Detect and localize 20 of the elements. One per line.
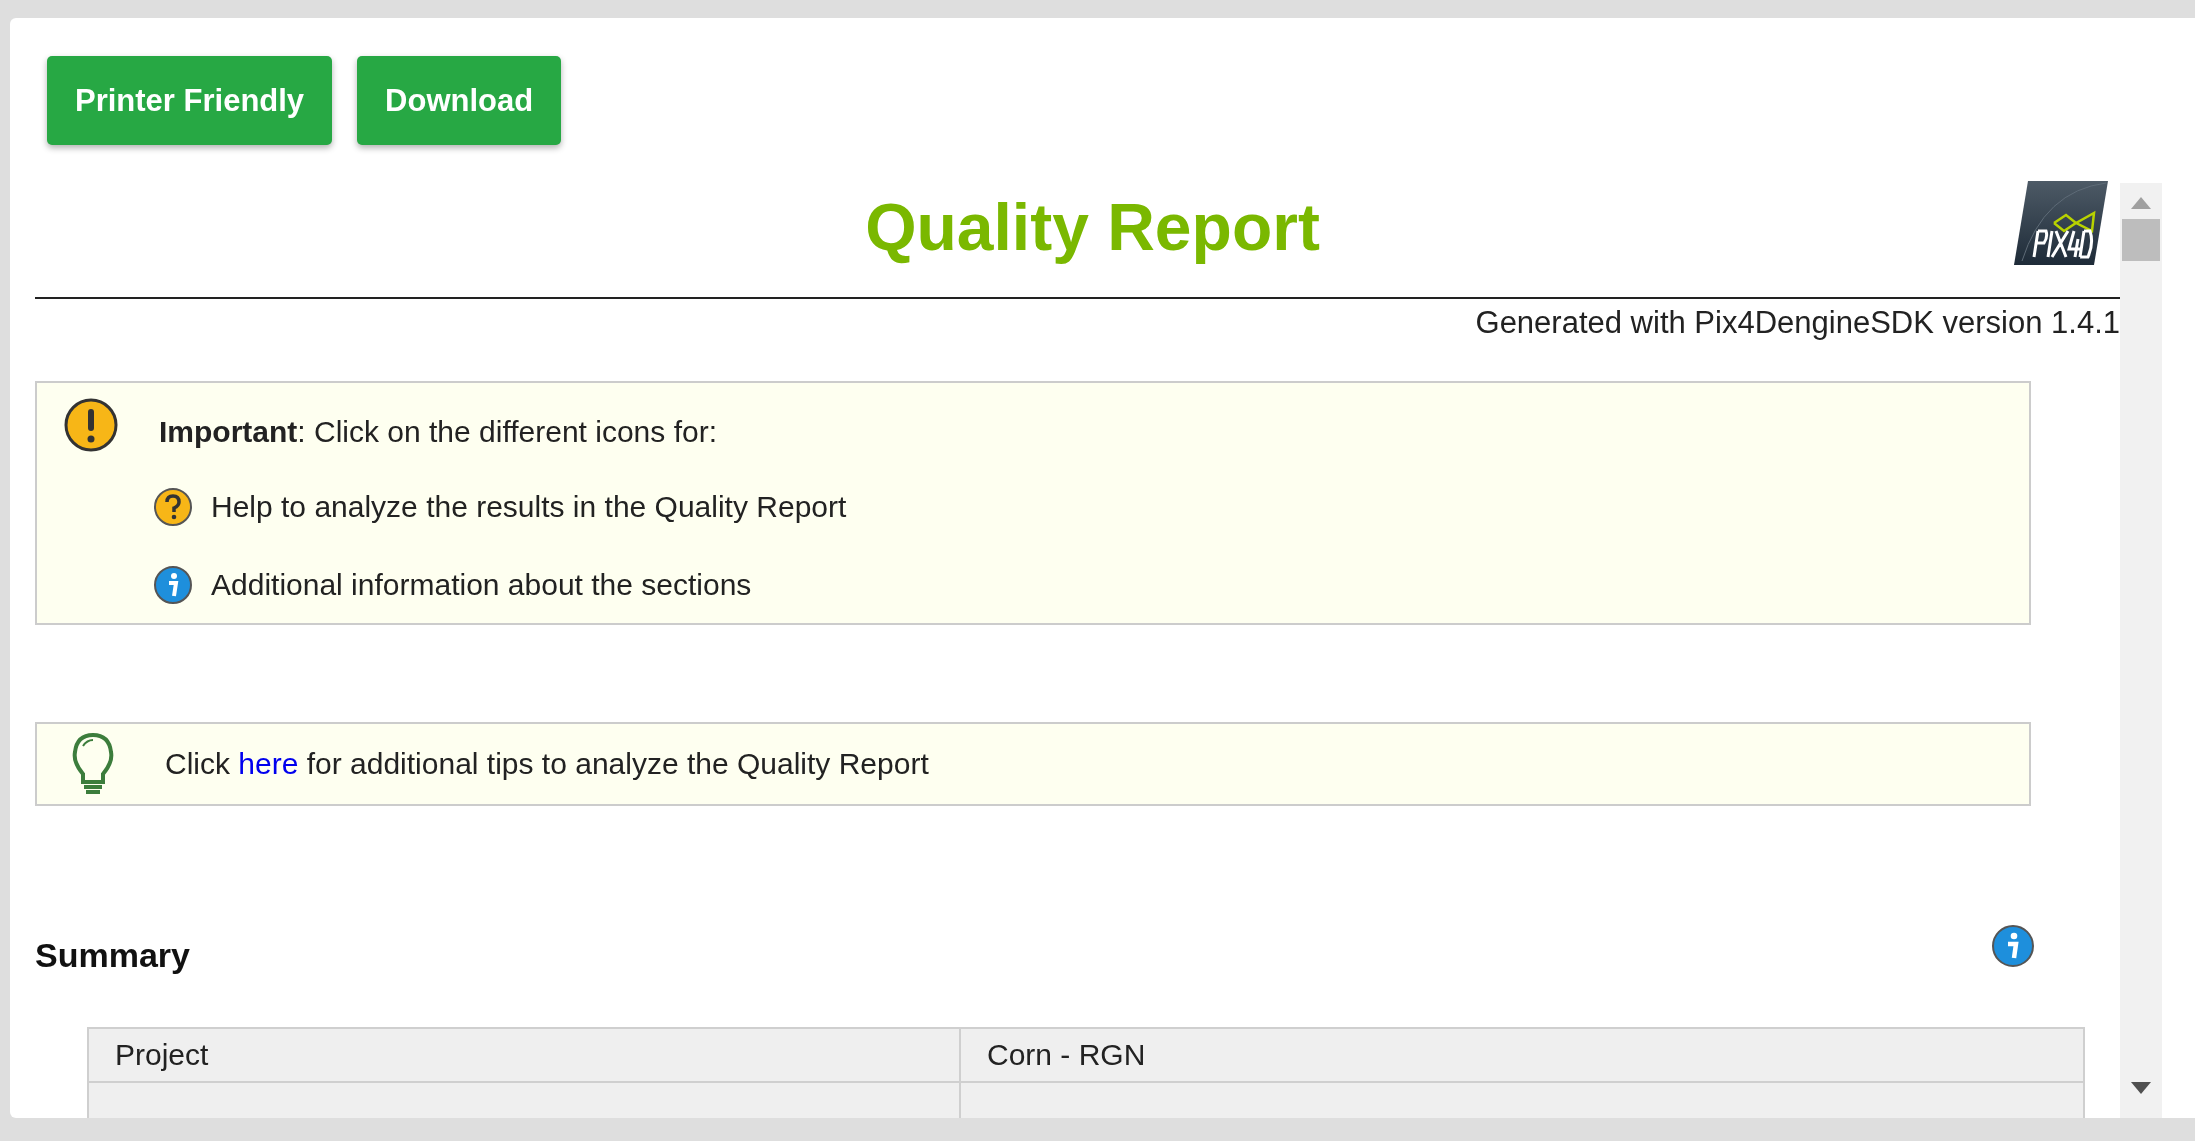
legend-text: Help to analyze the results in the Quality Report: [211, 490, 847, 524]
scrollbar-thumb[interactable]: [2122, 219, 2160, 261]
table-cell: Project: [88, 1028, 960, 1082]
section-heading: Summary: [35, 935, 190, 975]
report-title: Quality Report: [864, 189, 1320, 265]
lightbulb-icon: [71, 732, 115, 796]
info-icon[interactable]: [153, 565, 193, 605]
scroll-down-arrow-icon[interactable]: [2131, 1082, 2151, 1094]
version-text: Generated with Pix4DengineSDK version 1.4.1: [1474, 305, 2120, 341]
help-icon[interactable]: [153, 487, 193, 527]
legend-text: Additional information about the sections: [211, 568, 752, 602]
toolbar-button[interactable]: Download: [357, 56, 562, 145]
info-icon[interactable]: [1991, 923, 2035, 968]
important-text: Important: Click on the different icons for:: [159, 415, 718, 449]
logo-icon: [2014, 181, 2108, 265]
exclamation-icon: [63, 397, 119, 453]
here-link[interactable]: here: [238, 747, 299, 780]
tips-text: Click here for additional tips to analyze the Quality Report: [165, 747, 929, 781]
table-cell: Corn - RGN: [960, 1028, 2084, 1082]
toolbar-button[interactable]: Printer Friendly: [47, 56, 333, 145]
